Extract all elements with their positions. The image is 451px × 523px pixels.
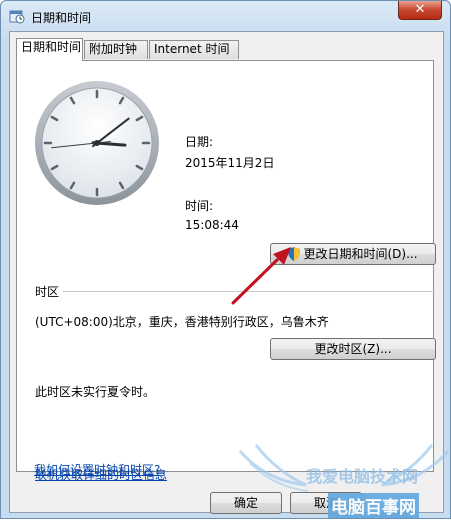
clock-calendar-icon [9, 8, 25, 24]
time-label: 时间: [185, 197, 213, 214]
window-title: 日期和时间 [31, 9, 91, 26]
date-value: 2015年11月2日 [185, 154, 274, 171]
tab-additional-clocks[interactable]: 附加时钟 [84, 40, 148, 59]
timezone-value: (UTC+08:00)北京，重庆，香港特别行政区，乌鲁木齐 [35, 313, 329, 330]
date-time-dialog: 日期和时间 ✕ 日期和时间 附加时钟 Internet 时间 [0, 0, 451, 519]
date-label: 日期: [185, 133, 213, 150]
change-date-time-button[interactable]: 更改日期和时间(D)... [270, 243, 436, 265]
date-time-panel: 日期: 2015年11月2日 时间: 15:08:44 更改日期和时间(D)..… [16, 60, 434, 472]
close-button[interactable]: ✕ [398, 1, 442, 20]
ok-button[interactable]: 确定 [210, 492, 282, 514]
change-date-time-label: 更改日期和时间(D)... [303, 247, 417, 261]
time-value: 15:08:44 [185, 218, 239, 232]
tab-internet-time[interactable]: Internet 时间 [149, 40, 239, 59]
uac-shield-icon [288, 247, 300, 261]
timezone-section-label: 时区 [35, 283, 59, 300]
analog-clock [33, 79, 161, 207]
change-timezone-button[interactable]: 更改时区(Z)... [270, 338, 436, 360]
cancel-button[interactable]: 取消 [290, 492, 362, 514]
clock-center [94, 140, 100, 146]
dst-note: 此时区未实行夏令时。 [35, 383, 155, 400]
tab-date-time[interactable]: 日期和时间 [16, 38, 83, 61]
timezone-separator [63, 291, 435, 292]
dialog-client: 日期和时间 附加时钟 Internet 时间 [9, 31, 444, 513]
title-bar[interactable]: 日期和时间 ✕ [1, 1, 450, 31]
how-to-set-clock-link[interactable]: 我如何设置时钟和时区? [34, 461, 160, 478]
